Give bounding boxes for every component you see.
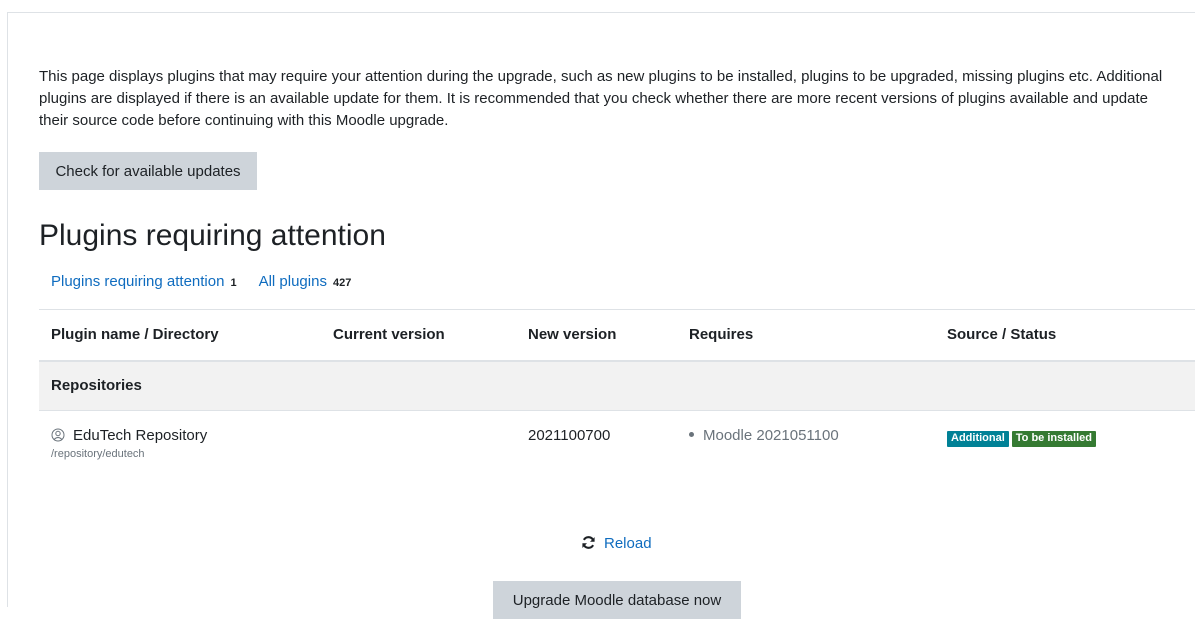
upgrade-database-button[interactable]: Upgrade Moodle database now [493,581,741,619]
table-header: Plugin name / Directory Current version … [39,310,1195,362]
filter-requiring-attention[interactable]: Plugins requiring attention 1 [51,272,237,293]
header-new-version: New version [528,326,617,343]
plugin-name-cell: EduTech Repository [51,427,207,444]
plugin-name: EduTech Repository [73,427,208,444]
main-region: This page displays plugins that may requ… [7,12,1195,619]
source-badge: Additional [947,431,1009,447]
bullet-icon [689,432,694,437]
header-requires: Requires [689,326,754,343]
check-updates-button[interactable]: Check for available updates [39,152,257,190]
filter-label: All plugins [258,273,327,290]
filter-all-plugins[interactable]: All plugins 427 [259,272,352,293]
requires-item: Moodle 2021051100 [703,427,839,444]
reload-label: Reload [604,535,652,552]
header-current-version: Current version [333,326,445,343]
filter-count: 427 [332,277,352,289]
table-row: EduTech Repository /repository/edutech 2… [39,411,1195,471]
source-status-cell: Additional To be installed [947,428,1096,447]
status-badge: To be installed [1011,431,1096,447]
repository-icon [51,428,65,442]
intro-text: This page displays plugins that may requ… [39,68,1163,129]
reload-link[interactable]: Reload [581,535,652,552]
filter-label: Plugins requiring attention [51,273,225,290]
requires-cell: Moodle 2021051100 [689,427,839,444]
refresh-icon [582,536,595,549]
filter-count: 1 [230,277,237,289]
plugin-directory: /repository/edutech [51,448,145,460]
page-title: Plugins requiring attention [39,219,386,252]
header-plugin-name: Plugin name / Directory [51,326,219,343]
plugins-table: Plugin name / Directory Current version … [39,309,1195,471]
group-label: Repositories [51,377,142,394]
plugin-filters: Plugins requiring attention 1 All plugins 4… [51,272,373,293]
new-version-cell: 2021100700 [528,427,611,444]
header-source-status: Source / Status [947,326,1057,343]
group-row-repositories: Repositories [39,362,1195,411]
